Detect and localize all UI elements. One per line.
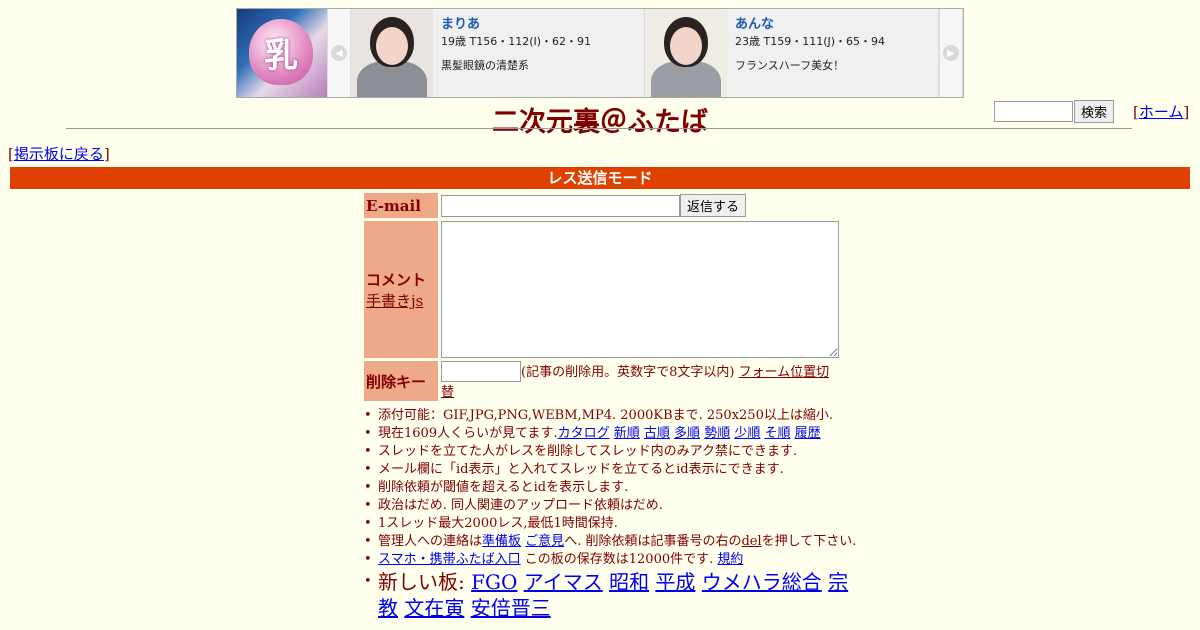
list-item: メール欄に「id表示」と入れてスレッドを立てるとid表示にできます. xyxy=(364,461,858,479)
board-link-heisei[interactable]: 平成 xyxy=(655,570,695,594)
ad-banner[interactable]: 乳 ◀ まりあ 19歳 T156・112(I)・62・91 黒髪眼鏡の清楚系 あ… xyxy=(236,8,964,98)
home-link[interactable]: ホーム xyxy=(1139,103,1184,121)
search-form: 検索 xyxy=(994,100,1115,123)
back-nav: [掲示板に戻る] xyxy=(8,145,110,163)
board-link-umehara[interactable]: ウメハラ総合 xyxy=(702,570,822,594)
comment-textarea[interactable] xyxy=(441,221,839,358)
list-item: 政治はだめ. 同人関連のアップロード依頼はだめ. xyxy=(364,497,858,515)
history-link[interactable]: 履歴 xyxy=(795,426,821,441)
banner-card-name: まりあ xyxy=(441,17,481,32)
banner-card-photo xyxy=(645,9,727,97)
reply-form: E-mail 返信する コメント 手書きjs 削除キー (記事の削除用。英数字で… xyxy=(364,193,839,404)
prep-board-link[interactable]: 準備板 xyxy=(482,534,521,549)
sort-few-link[interactable]: 少順 xyxy=(734,426,760,441)
board-link-fgo[interactable]: FGO xyxy=(471,570,517,594)
list-item: スレッドを立てた人がレスを削除してスレッド内のみアク禁にできます. xyxy=(364,443,858,461)
home-nav: [ホーム] xyxy=(1133,103,1190,121)
sort-so-link[interactable]: そ順 xyxy=(765,426,791,441)
banner-logo[interactable]: 乳 xyxy=(237,9,327,97)
search-input[interactable] xyxy=(994,101,1073,122)
email-field[interactable] xyxy=(441,194,680,217)
reply-mode-bar: レス送信モード xyxy=(10,167,1190,189)
board-link-imas[interactable]: アイマス xyxy=(524,570,603,594)
list-item: 管理人への連絡は準備板 ご意見へ. 削除依頼は記事番号の右のdelを押して下さい… xyxy=(364,533,858,551)
handwrite-link[interactable]: 手書きjs xyxy=(366,290,438,311)
board-link-abe[interactable]: 安倍晋三 xyxy=(471,596,551,620)
email-label: E-mail xyxy=(364,193,438,218)
new-boards-list: 新しい板: FGO アイマス 昭和 平成 ウメハラ総合 宗教 文在寅 安倍晋三 xyxy=(364,569,858,621)
list-item: 添付可能：GIF,JPG,PNG,WEBM,MP4. 2000KBまで. 250… xyxy=(364,407,858,425)
sort-many-link[interactable]: 多順 xyxy=(674,426,700,441)
list-item: 1スレッド最大2000レス,最低1時間保持. xyxy=(364,515,858,533)
list-item: スマホ・携帯ふたば入口 この板の保存数は12000件です. 規約 xyxy=(364,551,858,569)
catalog-link[interactable]: カタログ xyxy=(558,426,610,441)
list-item: 削除依頼が閾値を超えるとidを表示します. xyxy=(364,479,858,497)
banner-card-desc: 黒髪眼鏡の清楚系 xyxy=(441,59,529,72)
list-item: 現在1609人くらいが見てます.カタログ 新順 古順 多順 勢順 少順 そ順 履… xyxy=(364,425,858,443)
banner-next-button[interactable]: ▶ xyxy=(939,9,963,97)
back-to-board-link[interactable]: 掲示板に戻る xyxy=(14,145,104,163)
sort-old-link[interactable]: 古順 xyxy=(644,426,670,441)
chevron-right-icon: ▶ xyxy=(943,45,959,61)
sort-hot-link[interactable]: 勢順 xyxy=(704,426,730,441)
delete-key-label: 削除キー xyxy=(364,361,438,401)
banner-logo-mark: 乳 xyxy=(249,19,313,85)
rules-list: 添付可能：GIF,JPG,PNG,WEBM,MP4. 2000KBまで. 250… xyxy=(364,407,858,621)
banner-card-stats: 19歳 T156・112(I)・62・91 xyxy=(441,35,592,48)
header-divider xyxy=(66,128,1132,129)
mobile-entry-link[interactable]: スマホ・携帯ふたば入口 xyxy=(378,552,521,567)
board-link-showa[interactable]: 昭和 xyxy=(609,570,649,594)
banner-card-name: あんな xyxy=(735,17,775,32)
banner-card-stats: 23歳 T159・111(J)・65・94 xyxy=(735,35,886,48)
sort-new-link[interactable]: 新順 xyxy=(614,426,640,441)
del-link[interactable]: del xyxy=(741,534,761,549)
delete-key-input[interactable] xyxy=(441,361,521,382)
search-button[interactable]: 検索 xyxy=(1074,100,1115,123)
banner-card-desc: フランスハーフ美女！ xyxy=(735,59,845,72)
banner-prev-button[interactable]: ◀ xyxy=(327,9,351,97)
board-link-moon[interactable]: 文在寅 xyxy=(404,596,464,620)
submit-button[interactable]: 返信する xyxy=(680,194,747,217)
banner-card[interactable]: まりあ 19歳 T156・112(I)・62・91 黒髪眼鏡の清楚系 xyxy=(351,9,645,97)
banner-card-photo xyxy=(351,9,433,97)
terms-link[interactable]: 規約 xyxy=(717,552,743,567)
comment-label: コメント 手書きjs xyxy=(364,221,438,358)
chevron-left-icon: ◀ xyxy=(331,45,347,61)
delete-key-note: (記事の削除用。英数字で8文字以内) xyxy=(521,365,735,380)
banner-card[interactable]: あんな 23歳 T159・111(J)・65・94 フランスハーフ美女！ xyxy=(645,9,939,97)
feedback-link[interactable]: ご意見 xyxy=(525,534,564,549)
